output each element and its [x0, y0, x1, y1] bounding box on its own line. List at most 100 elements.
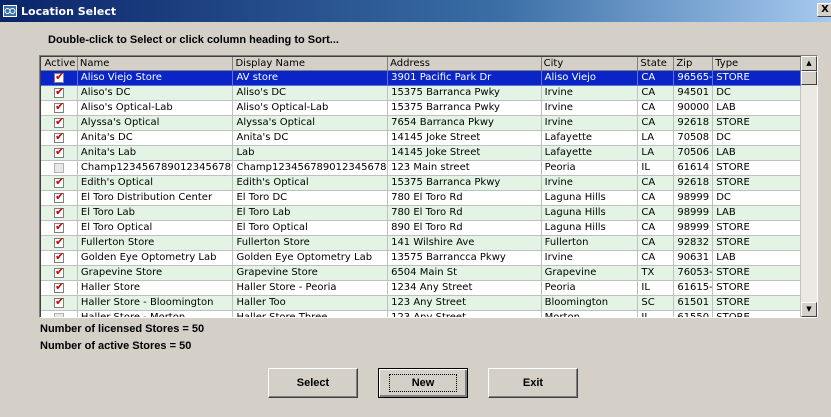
active-checkbox[interactable] [53, 116, 64, 129]
cell-address: 15375 Barranca Pwky [388, 86, 542, 101]
cell-name: Aliso's Optical-Lab [77, 101, 234, 116]
vertical-scrollbar[interactable]: ▲ ▼ [801, 56, 817, 317]
column-header-name[interactable]: Name [77, 57, 234, 71]
cell-type: LAB [713, 101, 801, 116]
cell-address: 7654 Barranca Pkwy [388, 116, 542, 131]
cell-active [41, 131, 78, 146]
cell-display-name: Grapevine Store [233, 266, 389, 281]
active-checkbox[interactable] [53, 251, 64, 264]
new-button[interactable]: New [378, 368, 468, 398]
column-header-zip[interactable]: Zip [674, 57, 714, 71]
active-checkbox[interactable] [53, 176, 64, 189]
cell-zip: 98999 [674, 206, 714, 221]
cell-address: 13575 Barrancca Pkwy [388, 251, 542, 266]
cell-type: STORE [713, 161, 801, 176]
active-checkbox[interactable] [53, 236, 64, 249]
active-checkbox[interactable] [53, 266, 64, 279]
active-checkbox[interactable] [53, 146, 64, 159]
cell-city: Morton [542, 311, 639, 317]
active-checkbox[interactable] [53, 313, 64, 317]
close-button[interactable]: X [817, 3, 831, 17]
column-header-state[interactable]: State [638, 57, 675, 71]
cell-state: IL [638, 281, 675, 296]
cell-type: STORE [713, 311, 801, 317]
cell-city: Irvine [541, 116, 639, 131]
table-row[interactable]: Aliso Viejo StoreAV store3901 Pacific Pa… [41, 71, 801, 86]
cell-address: 123 Any Street [388, 296, 542, 311]
active-checkbox[interactable] [53, 296, 64, 309]
table-row[interactable]: Alyssa's OpticalAlyssa's Optical7654 Bar… [41, 116, 801, 131]
select-button-label: Select [296, 377, 330, 389]
cell-type: DC [713, 86, 801, 101]
cell-active [41, 251, 78, 266]
cell-city: Irvine [541, 101, 639, 116]
table-row[interactable]: El Toro LabEl Toro Lab780 El Toro RdLagu… [41, 206, 801, 221]
table-row[interactable]: Fullerton StoreFullerton Store141 Wilshi… [41, 236, 801, 251]
cell-active [41, 86, 78, 101]
column-header-type[interactable]: Type [713, 57, 801, 71]
table-row[interactable]: Aliso's Optical-LabAliso's Optical-Lab15… [41, 101, 801, 116]
exit-button[interactable]: Exit [488, 368, 578, 398]
cell-display-name: Fullerton Store [233, 236, 389, 251]
table-row[interactable]: Haller Store - Morton Haller Store Three 1… [41, 311, 801, 317]
cell-display-name: Haller Store - Peoria [233, 281, 389, 296]
cell-city: Aliso Viejo [541, 71, 639, 86]
cell-name: El Toro Lab [77, 206, 234, 221]
cell-zip: 98999 [674, 191, 714, 206]
location-grid[interactable]: Active Name Display Name Address City St… [39, 55, 818, 318]
cell-display-name: Aliso's DC [233, 86, 389, 101]
column-header-address[interactable]: Address [388, 57, 542, 71]
cell-active [41, 191, 78, 206]
cell-zip: 61614 [674, 161, 714, 176]
cell-state: CA [638, 191, 675, 206]
column-header-active[interactable]: Active [41, 57, 78, 71]
table-row[interactable]: Haller Store - BloomingtonHaller Too123 … [41, 296, 801, 311]
scroll-thumb[interactable] [801, 71, 817, 85]
cell-state: CA [638, 236, 675, 251]
cell-city: Irvine [541, 86, 639, 101]
licensed-stores-count: Number of licensed Stores = 50 [40, 323, 205, 335]
cell-display-name: Golden Eye Optometry Lab [233, 251, 389, 266]
cell-address: 14145 Joke Street [388, 146, 542, 161]
cell-address: 6504 Main St [388, 266, 542, 281]
active-checkbox[interactable] [53, 281, 64, 294]
table-row[interactable]: Anita's DCAnita's DC14145 Joke StreetLaf… [41, 131, 801, 146]
cell-city: Bloomington [541, 296, 639, 311]
active-checkbox[interactable] [53, 191, 64, 204]
column-header-city[interactable]: City [541, 57, 639, 71]
cell-state: LA [638, 146, 675, 161]
scroll-up-button[interactable]: ▲ [801, 56, 817, 71]
cell-active [41, 206, 78, 221]
cell-name: Haller Store - Morton [78, 311, 234, 317]
scroll-down-button[interactable]: ▼ [801, 302, 817, 317]
active-checkbox[interactable] [53, 71, 64, 84]
grid-body: Active Name Display Name Address City St… [40, 56, 802, 317]
cell-name: Grapevine Store [77, 266, 234, 281]
table-row[interactable]: Aliso's DCAliso's DC15375 Barranca PwkyI… [41, 86, 801, 101]
cell-name: Anita's DC [77, 131, 234, 146]
active-checkbox[interactable] [53, 131, 64, 144]
table-row[interactable]: Anita's LabLab14145 Joke StreetLafayette… [41, 146, 801, 161]
active-checkbox[interactable] [53, 101, 64, 114]
table-row[interactable]: El Toro Distribution CenterEl Toro DC780… [41, 191, 801, 206]
table-row[interactable]: Golden Eye Optometry LabGolden Eye Optom… [41, 251, 801, 266]
table-row[interactable]: El Toro OpticalEl Toro Optical890 El Tor… [41, 221, 801, 236]
cell-zip: 90631 [674, 251, 714, 266]
select-button[interactable]: Select [268, 368, 358, 398]
active-checkbox[interactable] [53, 86, 64, 99]
active-checkbox[interactable] [53, 163, 64, 173]
table-row[interactable]: Champ12345678901234567890123Champ1234567… [41, 161, 801, 176]
cell-zip: 90000 [674, 101, 714, 116]
column-header-display-name[interactable]: Display Name [233, 57, 389, 71]
cell-state: CA [638, 71, 675, 86]
table-row[interactable]: Haller StoreHaller Store - Peoria1234 An… [41, 281, 801, 296]
table-row[interactable]: Grapevine StoreGrapevine Store6504 Main … [41, 266, 801, 281]
active-checkbox[interactable] [53, 206, 64, 219]
table-row[interactable]: Edith's OpticalEdith's Optical15375 Barr… [41, 176, 801, 191]
cell-address: 123 Main street [388, 161, 542, 176]
cell-address: 141 Wilshire Ave [388, 236, 542, 251]
cell-state: SC [638, 296, 675, 311]
cell-type: STORE [713, 221, 801, 236]
cell-city: Laguna Hills [541, 221, 639, 236]
active-checkbox[interactable] [53, 221, 64, 234]
